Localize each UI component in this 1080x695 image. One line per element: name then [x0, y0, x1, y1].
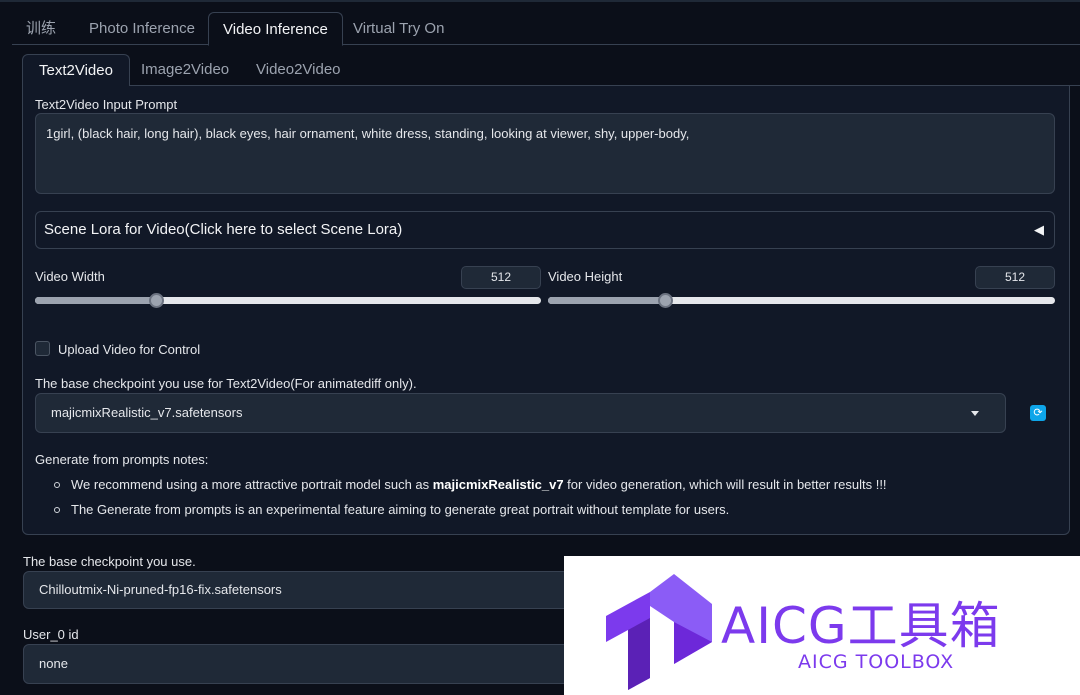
scene-lora-accordion[interactable]: Scene Lora for Video(Click here to selec… [35, 211, 1055, 249]
scene-lora-label: Scene Lora for Video(Click here to selec… [44, 221, 403, 238]
user-id-value: none [39, 656, 68, 671]
aicg-logo-icon [606, 574, 712, 690]
video-width-slider[interactable] [35, 293, 541, 308]
video-height-slider-fill [548, 297, 665, 304]
user-id-select[interactable]: none [23, 644, 583, 684]
chevron-down-icon [971, 411, 979, 416]
outer-tab-bar: 训练 Photo Inference Video Inference Virtu… [12, 12, 1080, 46]
note-1-text: We recommend using a more attractive por… [71, 477, 433, 492]
base-checkpoint-t2v-value: majicmixRealistic_v7.safetensors [51, 405, 243, 420]
video-height-slider-thumb[interactable] [657, 293, 673, 308]
note-item-1: We recommend using a more attractive por… [35, 477, 887, 492]
base-checkpoint-t2v-select[interactable]: majicmixRealistic_v7.safetensors [35, 393, 1006, 433]
inner-tab-bar: Text2Video Image2Video Video2Video [22, 54, 1080, 87]
note-2-text: The Generate from prompts is an experime… [71, 502, 730, 517]
video-width-label: Video Width [35, 269, 105, 284]
note-1-text-end: for video generation, which will result … [563, 477, 887, 492]
watermark-title: AICG工具箱 [721, 597, 1001, 655]
watermark-subtitle: AICG TOOLBOX [798, 651, 955, 673]
bullet-icon [54, 482, 60, 489]
base-checkpoint-select[interactable]: Chilloutmix-Ni-pruned-fp16-fix.safetenso… [23, 571, 583, 609]
prompt-textarea[interactable]: 1girl, (black hair, long hair), black ey… [35, 113, 1055, 194]
note-1-model: majicmixRealistic_v7 [432, 477, 564, 492]
tab-video2video[interactable]: Video2Video [256, 54, 341, 86]
upload-video-checkbox[interactable] [35, 341, 50, 356]
prompt-label: Text2Video Input Prompt [35, 97, 178, 112]
video-width-input[interactable]: 512 [461, 266, 541, 289]
base-checkpoint-label: The base checkpoint you use. [23, 554, 196, 569]
video-height-input[interactable]: 512 [975, 266, 1055, 289]
note-item-2: The Generate from prompts is an experime… [35, 502, 729, 517]
tab-photo-inference[interactable]: Photo Inference [89, 12, 195, 45]
tab-virtual-try-on[interactable]: Virtual Try On [353, 12, 444, 45]
top-border [0, 0, 1080, 2]
tab-image2video[interactable]: Image2Video [141, 54, 229, 86]
tab-training[interactable]: 训练 [26, 12, 56, 45]
bullet-icon [54, 507, 60, 514]
notes-title: Generate from prompts notes: [35, 452, 209, 467]
aicg-watermark: AICG工具箱 AICG TOOLBOX [564, 556, 1080, 695]
user-id-label: User_0 id [23, 627, 79, 642]
refresh-icon[interactable]: ⟳ [1030, 405, 1046, 421]
base-checkpoint-t2v-label: The base checkpoint you use for Text2Vid… [35, 376, 417, 391]
video-height-label: Video Height [548, 269, 623, 284]
upload-video-label: Upload Video for Control [58, 342, 201, 357]
tab-video-inference[interactable]: Video Inference [208, 12, 343, 46]
collapse-arrow-icon: ◀ [1034, 222, 1044, 237]
video-width-slider-fill [35, 297, 157, 304]
base-checkpoint-value: Chilloutmix-Ni-pruned-fp16-fix.safetenso… [39, 582, 282, 597]
video-height-slider[interactable] [548, 293, 1055, 308]
tab-text2video[interactable]: Text2Video [22, 54, 130, 87]
